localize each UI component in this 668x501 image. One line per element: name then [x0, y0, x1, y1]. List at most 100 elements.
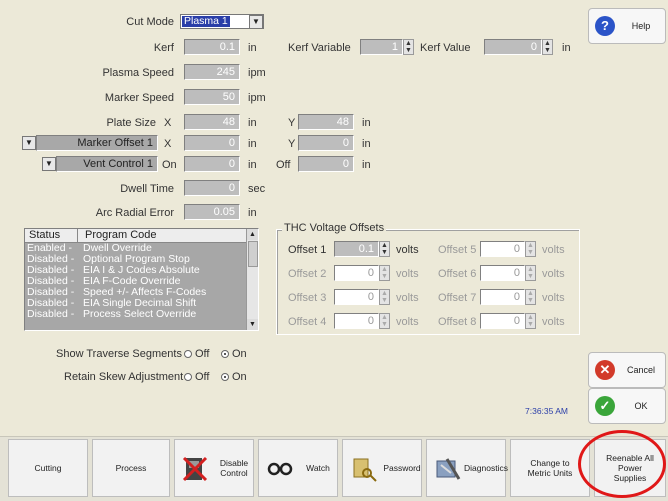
retain-skew-off-label: Off	[195, 371, 210, 383]
dwell-time-input[interactable]: 0	[184, 180, 240, 196]
watch-button[interactable]: Watch	[258, 439, 338, 497]
offset-3-label: Offset 3	[288, 292, 327, 304]
plate-size-x-unit: in	[248, 117, 257, 129]
process-button[interactable]: Process	[92, 439, 170, 497]
offset-4-unit: volts	[396, 316, 419, 328]
marker-offset-x-unit: in	[248, 138, 257, 150]
plate-size-x-label: X	[164, 117, 172, 129]
cut-mode-label: Cut Mode	[126, 16, 174, 28]
show-traverse-on-radio[interactable]	[221, 350, 229, 358]
kerf-value-spinner[interactable]: ▲ ▼	[542, 39, 553, 55]
vent-control-select[interactable]: Vent Control 1	[56, 156, 158, 172]
marker-offset-x-input[interactable]: 0	[184, 135, 240, 151]
offset-6-input[interactable]: 0	[480, 265, 525, 281]
cancel-button[interactable]: ✕ Cancel	[588, 352, 666, 388]
reenable-power-supplies-button[interactable]: Reenable All Power Supplies	[594, 439, 666, 497]
plasma-speed-input[interactable]: 245	[184, 64, 240, 80]
offset-8-input[interactable]: 0	[480, 313, 525, 329]
marker-speed-unit: ipm	[248, 92, 266, 104]
arc-radial-error-input[interactable]: 0.05	[184, 204, 240, 220]
offset-3-unit: volts	[396, 292, 419, 304]
clock: 7:36:35 AM	[525, 406, 569, 416]
kerf-variable-spinner[interactable]: ▲ ▼	[403, 39, 414, 55]
kerf-variable-input[interactable]: 1	[360, 39, 403, 55]
list-header: Status Program Code	[25, 229, 247, 243]
kerf-value-input[interactable]: 0	[484, 39, 542, 55]
disable-control-button[interactable]: Disable Control	[174, 439, 254, 497]
help-button[interactable]: ? Help	[588, 8, 666, 44]
offset-2-input[interactable]: 0	[334, 265, 379, 281]
offset-3-spinner[interactable]: ▲ ▼	[379, 289, 390, 305]
plate-size-y-input[interactable]: 48	[298, 114, 354, 130]
marker-offset-y-unit: in	[362, 138, 371, 150]
marker-offset-dropdown-icon[interactable]: ▼	[22, 136, 36, 150]
offset-3-input[interactable]: 0	[334, 289, 379, 305]
vent-control-on-unit: in	[248, 159, 257, 171]
diagnostics-button[interactable]: Diagnostics	[426, 439, 508, 497]
offset-8-spinner[interactable]: ▲ ▼	[525, 313, 536, 329]
marker-offset-select[interactable]: Marker Offset 1	[36, 135, 158, 151]
marker-speed-input[interactable]: 50	[184, 89, 240, 105]
offset-2-label: Offset 2	[288, 268, 327, 280]
marker-offset-y-label: Y	[288, 138, 296, 150]
offset-8-unit: volts	[542, 316, 565, 328]
dwell-time-unit: sec	[248, 183, 266, 195]
show-traverse-off-radio[interactable]	[184, 350, 192, 358]
offset-5-input[interactable]: 0	[480, 241, 525, 257]
cut-mode-select[interactable]: Plasma 1 ▼	[180, 14, 264, 29]
change-units-button[interactable]: Change to Metric Units	[510, 439, 590, 497]
offset-5-unit: volts	[542, 244, 565, 256]
offset-4-input[interactable]: 0	[334, 313, 379, 329]
offset-5-label: Offset 5	[438, 244, 477, 256]
vent-control-on-label: On	[162, 159, 177, 171]
vent-control-on-input[interactable]: 0	[184, 156, 240, 172]
offset-6-spinner[interactable]: ▲ ▼	[525, 265, 536, 281]
plate-size-label: Plate Size	[106, 117, 156, 129]
list-item[interactable]: Disabled - Process Select Override	[27, 309, 196, 320]
program-code-list[interactable]: Status Program Code Enabled - Dwell Over…	[24, 228, 259, 331]
marker-speed-label: Marker Speed	[104, 92, 174, 104]
arc-radial-error-label: Arc Radial Error	[95, 207, 174, 219]
vent-control-off-input[interactable]: 0	[298, 156, 354, 172]
offset-1-unit: volts	[396, 244, 419, 256]
scroll-thumb[interactable]	[248, 241, 258, 267]
close-icon: ✕	[595, 360, 615, 380]
offset-5-spinner[interactable]: ▲ ▼	[525, 241, 536, 257]
offset-7-input[interactable]: 0	[480, 289, 525, 305]
vent-control-dropdown-icon[interactable]: ▼	[42, 157, 56, 171]
retain-skew-on-radio[interactable]	[221, 373, 229, 381]
arc-radial-error-unit: in	[248, 207, 257, 219]
chevron-down-icon[interactable]: ▼	[249, 15, 263, 29]
check-icon: ✓	[595, 396, 615, 416]
offset-1-spinner[interactable]: ▲ ▼	[379, 241, 390, 257]
marker-offset-y-input[interactable]: 0	[298, 135, 354, 151]
offset-1-input[interactable]: 0.1	[334, 241, 379, 257]
ok-button[interactable]: ✓ OK	[588, 388, 666, 424]
show-traverse-label: Show Traverse Segments	[56, 348, 182, 360]
plasma-speed-unit: ipm	[248, 67, 266, 79]
vent-control-off-unit: in	[362, 159, 371, 171]
diagnostics-icon	[436, 458, 461, 480]
offset-2-spinner[interactable]: ▲ ▼	[379, 265, 390, 281]
cutting-button[interactable]: Cutting	[8, 439, 88, 497]
offset-6-unit: volts	[542, 268, 565, 280]
show-traverse-off-label: Off	[195, 348, 210, 360]
scroll-up-icon[interactable]: ▲	[247, 229, 258, 240]
offset-7-spinner[interactable]: ▲ ▼	[525, 289, 536, 305]
kerf-variable-label: Kerf Variable	[288, 42, 351, 54]
plate-size-y-unit: in	[362, 117, 371, 129]
marker-offset-x-label: X	[164, 138, 172, 150]
retain-skew-off-radio[interactable]	[184, 373, 192, 381]
offset-7-unit: volts	[542, 292, 565, 304]
offset-4-spinner[interactable]: ▲ ▼	[379, 313, 390, 329]
scroll-down-icon[interactable]: ▼	[247, 319, 258, 330]
offset-2-unit: volts	[396, 268, 419, 280]
binoculars-icon	[267, 462, 293, 476]
status-column-header: Status	[29, 229, 61, 241]
password-button[interactable]: Password	[342, 439, 422, 497]
kerf-input[interactable]: 0.1	[184, 39, 240, 55]
retain-skew-label: Retain Skew Adjustment	[64, 371, 184, 383]
plate-size-x-input[interactable]: 48	[184, 114, 240, 130]
kerf-unit: in	[248, 42, 257, 54]
list-scrollbar[interactable]: ▲ ▼	[246, 229, 258, 330]
